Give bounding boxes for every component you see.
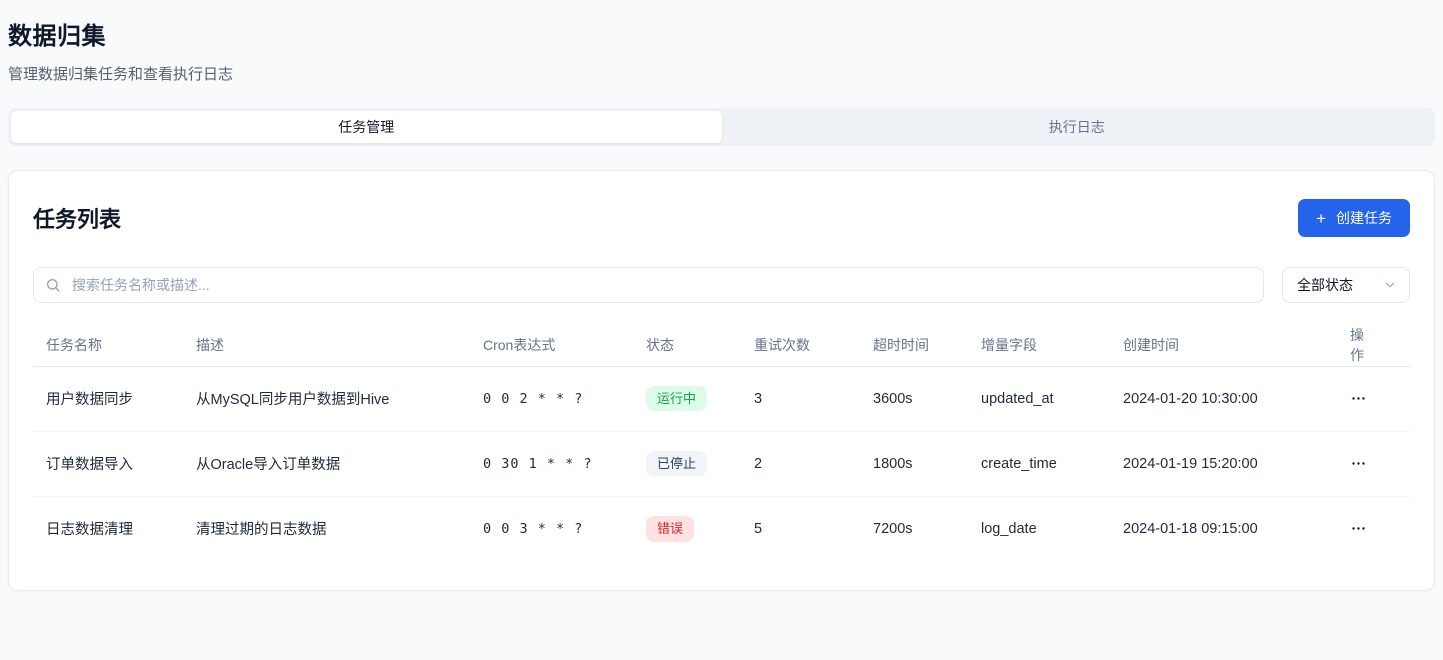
created_at-cell: 2024-01-19 15:20:00 [1110,431,1335,496]
more-horizontal-icon[interactable] [1348,386,1369,411]
tab-execution-logs[interactable]: 执行日志 [722,111,1433,143]
page-header: 数据归集 管理数据归集任务和查看执行日志 [8,8,1435,86]
description-cell: 从Oracle导入订单数据 [183,431,470,496]
search-field-wrap [33,267,1264,303]
cron-cell: 0 0 3 * * ? [470,496,633,561]
increment_field-cell: create_time [968,431,1110,496]
task-table: 任务名称描述Cron表达式状态重试次数超时时间增量字段创建时间操作 用户数据同步… [33,325,1410,561]
description-cell: 从MySQL同步用户数据到Hive [183,366,470,431]
increment_field-cell: log_date [968,496,1110,561]
column-header-actions: 操作 [1335,325,1410,366]
card-title: 任务列表 [33,202,121,234]
magnifier-icon [45,277,61,293]
timeout-cell: 7200s [860,496,968,561]
search-input[interactable] [33,267,1264,303]
timeout-cell: 1800s [860,431,968,496]
increment_field-cell: updated_at [968,366,1110,431]
table-row: 日志数据清理清理过期的日志数据0 0 3 * * ? 错误 57200slog_da… [33,496,1410,561]
data-collection-page: 数据归集 管理数据归集任务和查看执行日志 任务管理 执行日志 任务列表 + 创建… [0,0,1443,599]
more-horizontal-icon[interactable] [1348,451,1369,476]
name-cell: 日志数据清理 [33,496,183,561]
cron-cell: 0 0 2 * * ? [470,366,633,431]
status-badge: 错误 [646,516,694,542]
name-cell: 订单数据导入 [33,431,183,496]
actions-cell [1335,496,1410,561]
status-filter-select[interactable]: 全部状态 [1282,267,1410,303]
status-cell: 运行中 [633,366,741,431]
column-header-name: 任务名称 [33,325,183,366]
timeout-cell: 3600s [860,366,968,431]
page-title: 数据归集 [8,16,1435,51]
more-horizontal-icon[interactable] [1348,516,1369,541]
description-cell: 清理过期的日志数据 [183,496,470,561]
status-badge: 运行中 [646,386,707,412]
status-cell: 已停止 [633,431,741,496]
retries-cell: 2 [741,431,860,496]
table-row: 用户数据同步从MySQL同步用户数据到Hive0 0 2 * * ? 运行中 336… [33,366,1410,431]
chevron-down-icon [1383,278,1397,292]
actions-cell [1335,431,1410,496]
cron-cell: 0 30 1 * * ? [470,431,633,496]
plus-icon: + [1316,210,1326,227]
table-row: 订单数据导入从Oracle导入订单数据0 30 1 * * ? 已停止 21800s… [33,431,1410,496]
column-header-retries: 重试次数 [741,325,860,366]
tab-bar: 任务管理 执行日志 [8,108,1435,146]
status-badge: 已停止 [646,451,707,477]
tab-task-management[interactable]: 任务管理 [11,111,722,143]
create-task-button[interactable]: + 创建任务 [1298,199,1410,237]
filter-row: 全部状态 [33,267,1410,303]
created_at-cell: 2024-01-18 09:15:00 [1110,496,1335,561]
column-header-status: 状态 [633,325,741,366]
column-header-timeout: 超时时间 [860,325,968,366]
column-header-description: 描述 [183,325,470,366]
column-header-increment_field: 增量字段 [968,325,1110,366]
task-list-card: 任务列表 + 创建任务 全部状态 [8,170,1435,591]
column-header-created_at: 创建时间 [1110,325,1335,366]
status-filter-value: 全部状态 [1297,275,1353,295]
actions-cell [1335,366,1410,431]
status-cell: 错误 [633,496,741,561]
table-header-row: 任务名称描述Cron表达式状态重试次数超时时间增量字段创建时间操作 [33,325,1410,366]
column-header-cron: Cron表达式 [470,325,633,366]
page-subtitle: 管理数据归集任务和查看执行日志 [8,63,1435,84]
card-header: 任务列表 + 创建任务 [33,195,1410,239]
retries-cell: 3 [741,366,860,431]
name-cell: 用户数据同步 [33,366,183,431]
retries-cell: 5 [741,496,860,561]
create-task-button-label: 创建任务 [1336,208,1392,228]
created_at-cell: 2024-01-20 10:30:00 [1110,366,1335,431]
